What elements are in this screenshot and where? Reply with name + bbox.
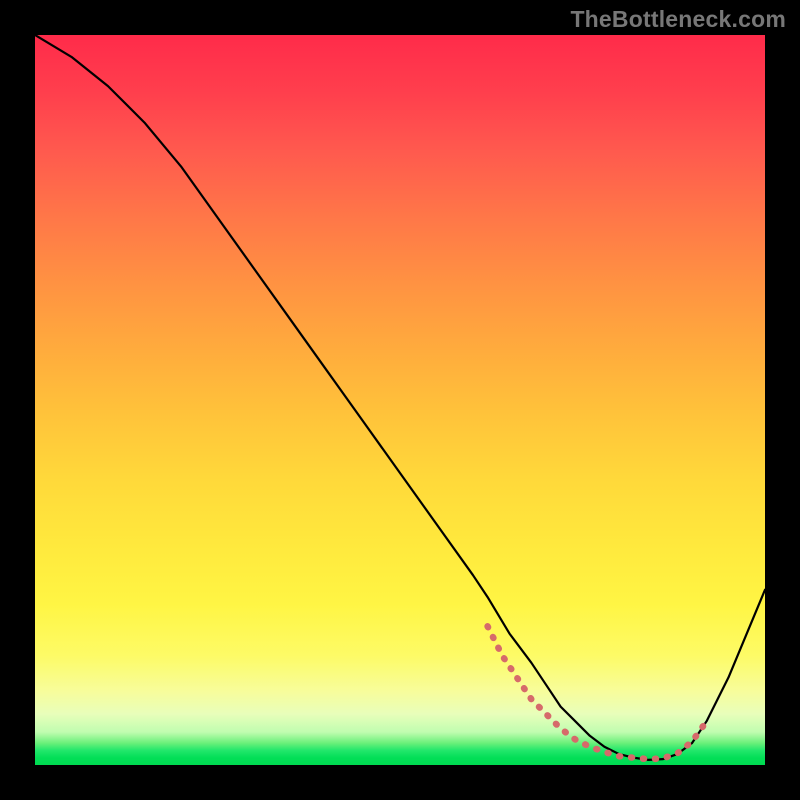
plot-area: [35, 35, 765, 765]
dotted-accent-curve: [488, 626, 707, 759]
chart-svg: [35, 35, 765, 765]
main-curve: [35, 35, 765, 760]
chart-frame: TheBottleneck.com: [0, 0, 800, 800]
watermark-text: TheBottleneck.com: [570, 6, 786, 33]
